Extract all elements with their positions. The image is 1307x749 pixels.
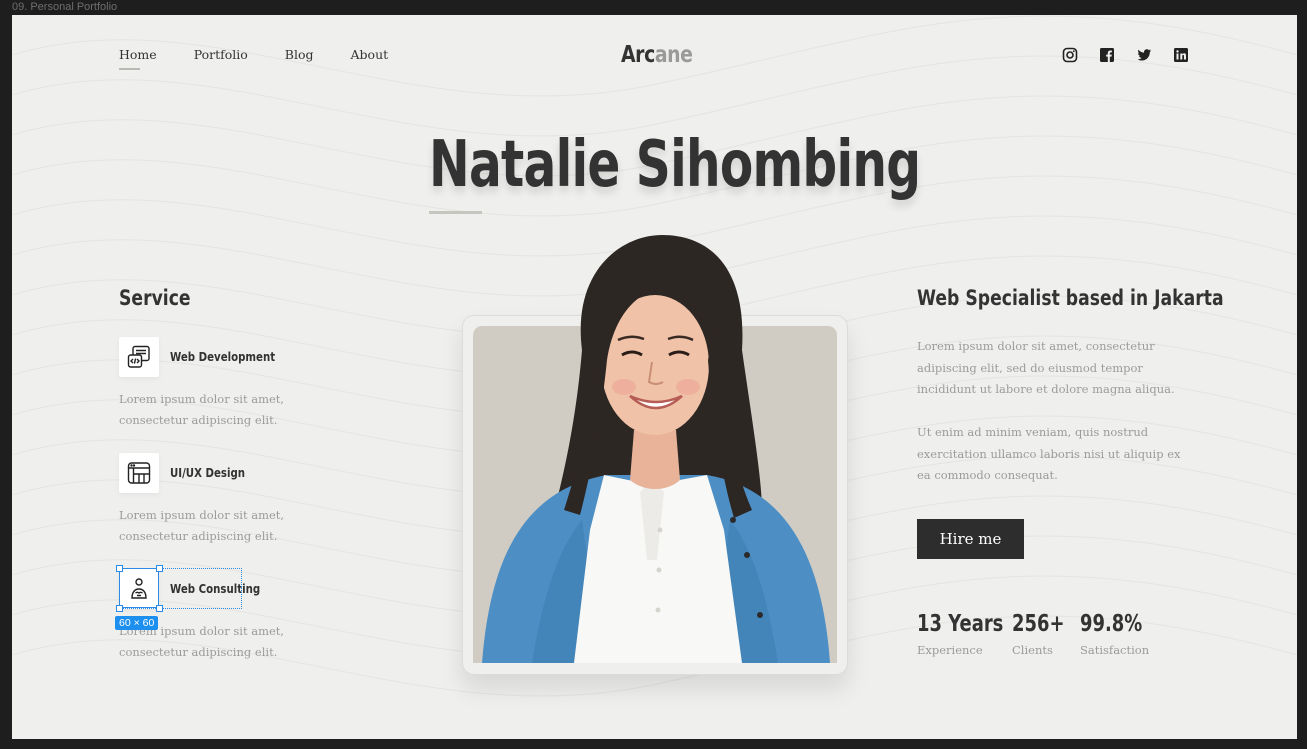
stat-satisfaction: 99.8% Satisfaction — [1080, 611, 1160, 657]
selection-size-badge: 60 × 60 — [115, 616, 159, 630]
stat-value: 256+ — [1012, 611, 1065, 637]
service-name: UI/UX Design — [170, 466, 246, 480]
services-title: Service — [119, 286, 191, 310]
service-desc: Lorem ipsum dolor sit amet, consectetur … — [119, 508, 285, 543]
about-paragraph-1: Lorem ipsum dolor sit amet, consectetur … — [917, 339, 1175, 396]
nav-about[interactable]: About — [351, 47, 389, 62]
instagram-icon[interactable] — [1062, 47, 1078, 63]
facebook-icon[interactable] — [1099, 47, 1115, 63]
logo-dark-part: Arc — [621, 42, 655, 68]
frame-label: 09. Personal Portfolio — [12, 1, 118, 13]
brand-logo[interactable]: Arcane — [621, 42, 693, 68]
logo-light-part: ane — [654, 42, 693, 68]
portrait-photo — [462, 230, 848, 663]
service-name: Web Development — [170, 350, 276, 364]
selection-frame[interactable] — [119, 568, 159, 608]
twitter-icon[interactable] — [1136, 47, 1152, 63]
portfolio-canvas: Home Portfolio Blog About Arcane Natalie… — [12, 15, 1297, 739]
hero-name: Natalie Sihombing — [429, 128, 921, 202]
about-title: Web Specialist based in Jakarta — [917, 286, 1224, 310]
stat-label: Clients — [1012, 643, 1053, 657]
code-window-icon — [119, 337, 159, 377]
service-desc: Lorem ipsum dolor sit amet, consectetur … — [119, 392, 285, 427]
stat-value: 99.8% — [1080, 611, 1143, 637]
stat-label: Satisfaction — [1080, 643, 1150, 657]
nav-blog[interactable]: Blog — [285, 47, 314, 62]
stat-clients: 256+ Clients — [1012, 611, 1079, 657]
linkedin-icon[interactable] — [1173, 47, 1189, 63]
main-nav: Home Portfolio Blog About — [119, 47, 425, 70]
hire-me-button[interactable]: Hire me — [917, 519, 1024, 559]
nav-home[interactable]: Home — [119, 47, 157, 70]
about-paragraph-2: Ut enim ad minim veniam, quis nostrud ex… — [917, 425, 1181, 482]
nav-portfolio[interactable]: Portfolio — [194, 47, 248, 62]
resize-handle-top-left[interactable] — [116, 565, 123, 572]
resize-handle-top-right[interactable] — [156, 565, 163, 572]
resize-handle-bottom-right[interactable] — [156, 605, 163, 612]
stat-value: 13 Years — [917, 611, 1004, 637]
hero-underline — [429, 211, 482, 214]
social-links — [1062, 47, 1189, 63]
layout-icon — [119, 453, 159, 493]
resize-handle-bottom-left[interactable] — [116, 605, 123, 612]
